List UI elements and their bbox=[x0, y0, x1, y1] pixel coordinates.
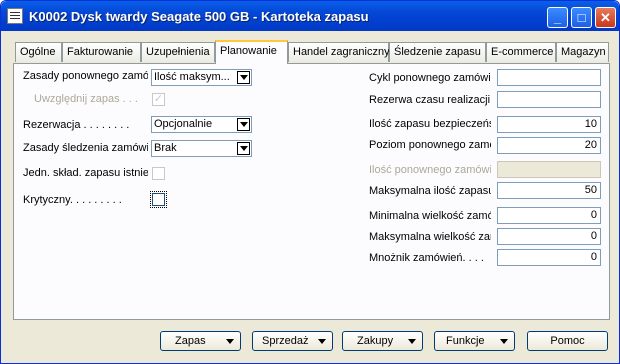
chevron-down-icon bbox=[226, 339, 234, 344]
chevron-down-icon[interactable] bbox=[237, 142, 250, 155]
chevron-down-icon bbox=[500, 339, 508, 344]
order-multiple-label: Mnożnik zamówień. . . . bbox=[369, 252, 484, 264]
reserve-combo[interactable]: Opcjonalnie bbox=[151, 116, 252, 133]
order-multiple-field[interactable]: 0 bbox=[497, 249, 601, 266]
critical-label: Krytyczny. . . . . . . . . bbox=[23, 194, 122, 206]
item-card-window: K0002 Dysk twardy Seagate 500 GB - Karto… bbox=[0, 0, 620, 364]
tab-fakturowanie[interactable]: Fakturowanie bbox=[62, 42, 141, 62]
reorder-qty-field bbox=[497, 161, 601, 178]
purchases-menu-label: Zakupy bbox=[357, 335, 394, 347]
functions-menu-label: Funkcje bbox=[446, 335, 485, 347]
reorder-qty-label: Ilość ponownego zamówienia bbox=[369, 164, 491, 176]
reorder-policy-value: Ilość maksym... bbox=[154, 71, 230, 83]
max-order-qty-field[interactable]: 0 bbox=[497, 228, 601, 245]
tab-uzupelnienia[interactable]: Uzupełnienia bbox=[141, 42, 215, 62]
minimize-button[interactable]: _ bbox=[547, 7, 568, 28]
item-menu-button[interactable]: Zapas bbox=[160, 331, 241, 351]
include-inventory-checkbox: ✓ bbox=[152, 93, 165, 106]
max-inventory-field[interactable]: 50 bbox=[497, 182, 601, 199]
max-inventory-label: Maksymalna ilość zapasu bbox=[369, 185, 491, 197]
tab-handel-zagraniczny[interactable]: Handel zagraniczny bbox=[288, 42, 390, 62]
sku-exists-label: Jedn. skład. zapasu istnieje bbox=[23, 167, 148, 179]
reorder-cycle-label: Cykl ponownego zamówienia bbox=[369, 72, 491, 84]
reorder-policy-label: Zasady ponownego zamówienia bbox=[23, 70, 148, 82]
title-bar[interactable]: K0002 Dysk twardy Seagate 500 GB - Karto… bbox=[1, 1, 619, 31]
item-menu-label: Zapas bbox=[175, 335, 206, 347]
chevron-down-icon[interactable] bbox=[237, 118, 250, 131]
include-inventory-label: Uwzględnij zapas . . . bbox=[34, 93, 138, 105]
help-button[interactable]: Pomoc bbox=[527, 331, 608, 351]
reorder-point-label: Poziom ponownego zamówienia bbox=[369, 139, 491, 151]
chevron-down-icon bbox=[408, 339, 416, 344]
tab-strip: Ogólne Fakturowanie Uzupełnienia Planowa… bbox=[11, 40, 609, 64]
critical-checkbox[interactable] bbox=[150, 191, 167, 208]
maximize-button[interactable]: □ bbox=[571, 7, 592, 28]
window-title: K0002 Dysk twardy Seagate 500 GB - Karto… bbox=[29, 9, 369, 24]
tab-sledzenie-zapasu[interactable]: Śledzenie zapasu bbox=[389, 42, 486, 62]
reorder-policy-combo[interactable]: Ilość maksym... bbox=[151, 69, 252, 86]
tab-e-commerce[interactable]: E-commerce bbox=[486, 42, 556, 62]
purchases-menu-button[interactable]: Zakupy bbox=[342, 331, 423, 351]
functions-menu-button[interactable]: Funkcje bbox=[434, 331, 515, 351]
sales-menu-label: Sprzedaż bbox=[262, 335, 309, 347]
reorder-cycle-field[interactable] bbox=[497, 69, 601, 86]
chevron-down-icon bbox=[318, 339, 326, 344]
safety-lead-time-field[interactable] bbox=[497, 91, 601, 108]
app-icon bbox=[7, 8, 23, 24]
min-order-qty-label: Minimalna wielkość zamówienia bbox=[369, 210, 491, 222]
sku-exists-checkbox bbox=[152, 167, 165, 180]
reorder-point-field[interactable]: 20 bbox=[497, 137, 601, 154]
reserve-value: Opcjonalnie bbox=[154, 118, 213, 130]
safety-stock-label: Ilość zapasu bezpieczeństwa bbox=[369, 118, 491, 130]
tab-planowanie[interactable]: Planowanie bbox=[215, 40, 288, 64]
safety-lead-time-label: Rezerwa czasu realizacji bbox=[369, 94, 491, 106]
max-order-qty-label: Maksymalna wielkość zamówienia bbox=[369, 231, 491, 243]
close-button[interactable]: ✕ bbox=[595, 7, 616, 28]
safety-stock-field[interactable]: 10 bbox=[497, 116, 601, 133]
order-tracking-policy-combo[interactable]: Brak bbox=[151, 140, 252, 157]
order-tracking-policy-value: Brak bbox=[154, 142, 177, 154]
tab-ogolne[interactable]: Ogólne bbox=[15, 42, 62, 62]
order-tracking-policy-label: Zasady śledzenia zamówień bbox=[23, 142, 148, 154]
reserve-label: Rezerwacja . . . . . . . . bbox=[23, 119, 130, 131]
chevron-down-icon[interactable] bbox=[237, 71, 250, 84]
sales-menu-button[interactable]: Sprzedaż bbox=[252, 331, 333, 351]
tab-magazyn[interactable]: Magazyn bbox=[556, 42, 609, 62]
min-order-qty-field[interactable]: 0 bbox=[497, 207, 601, 224]
